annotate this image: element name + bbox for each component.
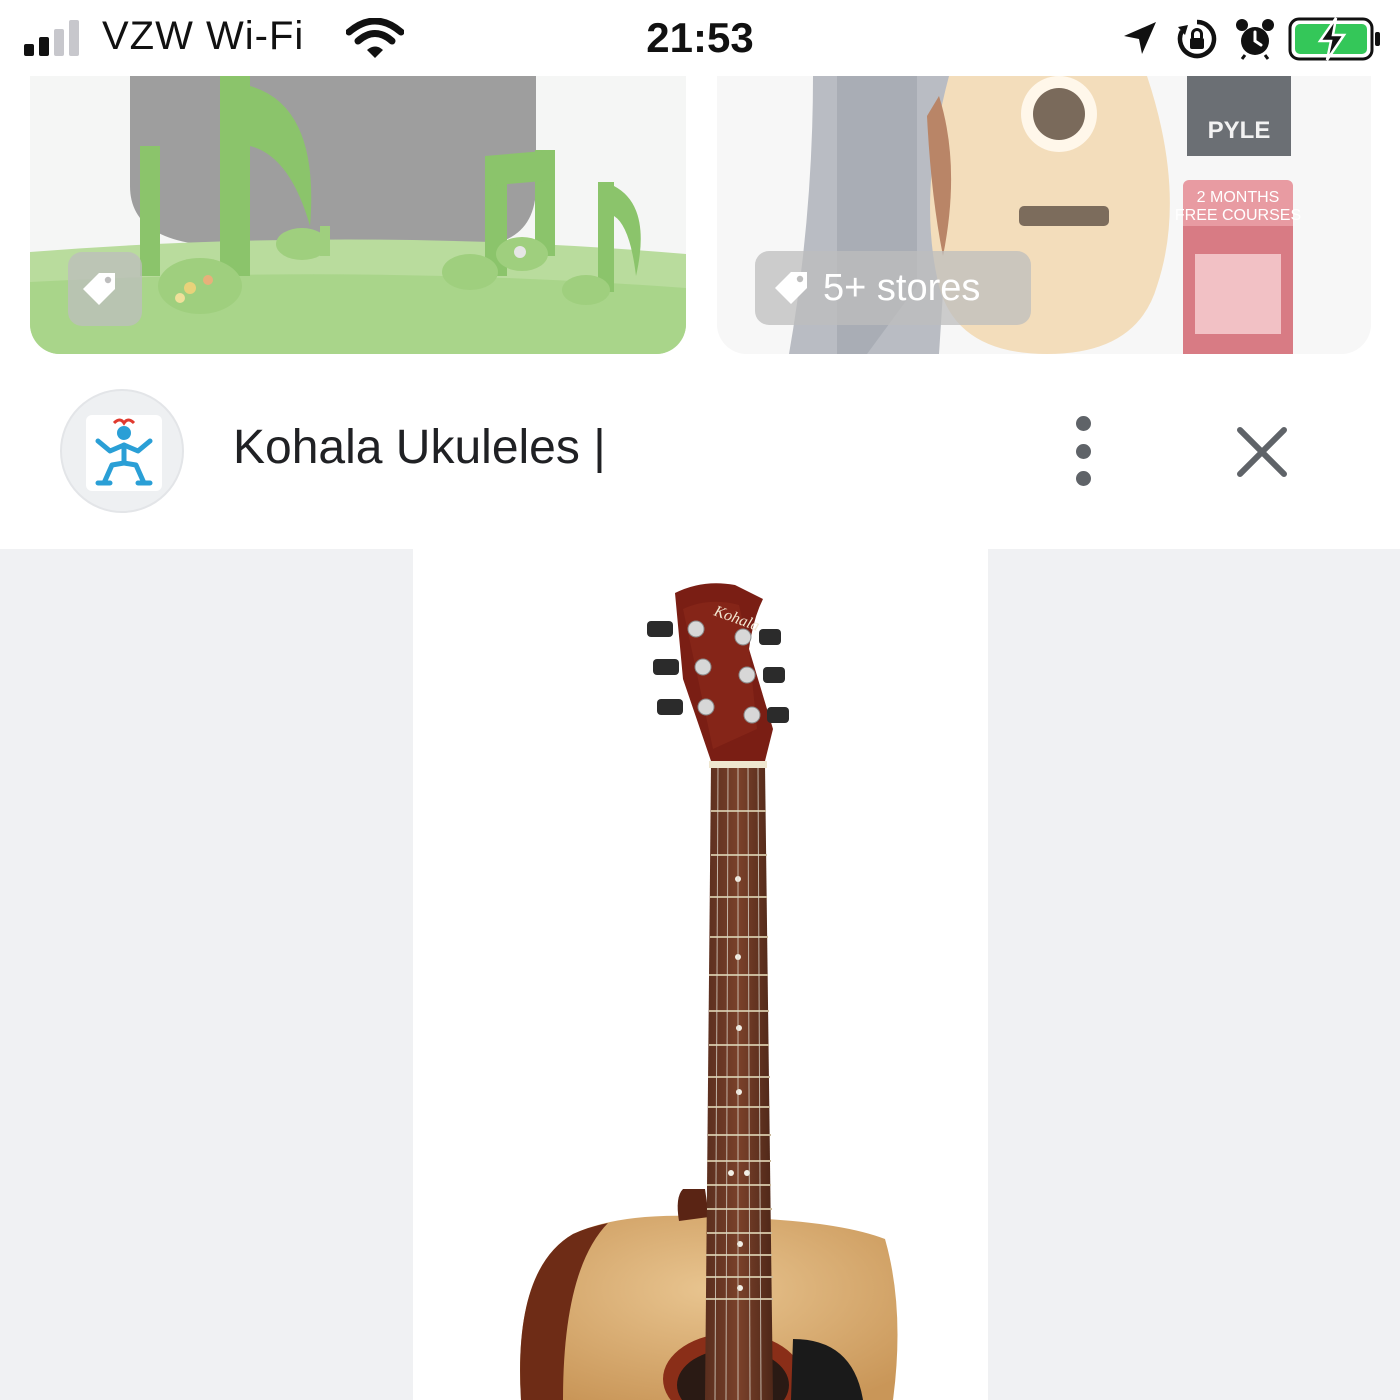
source-avatar[interactable] (60, 389, 184, 513)
more-options-button[interactable] (1058, 416, 1108, 486)
image-preview[interactable]: Kohala (0, 549, 1400, 1400)
tag-icon (83, 273, 115, 305)
guitar-product-image: Kohala (413, 549, 988, 1400)
stores-badge (68, 252, 142, 326)
stores-count-label: 5+ stores (823, 266, 981, 309)
location-arrow-icon (1124, 22, 1156, 54)
battery-charging-icon (1288, 17, 1380, 61)
acoustic-guitar-image: Kohala (520, 583, 898, 1400)
source-header: Kohala Ukuleles | (0, 376, 1400, 526)
kohala-logo-icon (95, 418, 153, 486)
status-bar: VZW Wi-Fi 21:53 (0, 0, 1400, 76)
result-card-pyle-guitar[interactable]: PYLE 2 MONTHS FREE COURSES 5+ stores (717, 76, 1371, 354)
result-card-music-notes[interactable] (30, 76, 686, 354)
more-vertical-icon (1075, 416, 1091, 431)
alarm-icon (1236, 19, 1274, 60)
orientation-lock-icon (1177, 19, 1217, 59)
pyle-brand-text: PYLE (1208, 117, 1271, 144)
svg-text:FREE COURSES: FREE COURSES (1175, 207, 1301, 224)
stores-badge: 5+ stores (755, 251, 1031, 325)
svg-text:2 MONTHS: 2 MONTHS (1197, 189, 1280, 206)
source-title[interactable]: Kohala Ukuleles | (233, 420, 606, 475)
close-icon[interactable] (1228, 418, 1296, 486)
tag-icon (775, 272, 807, 304)
